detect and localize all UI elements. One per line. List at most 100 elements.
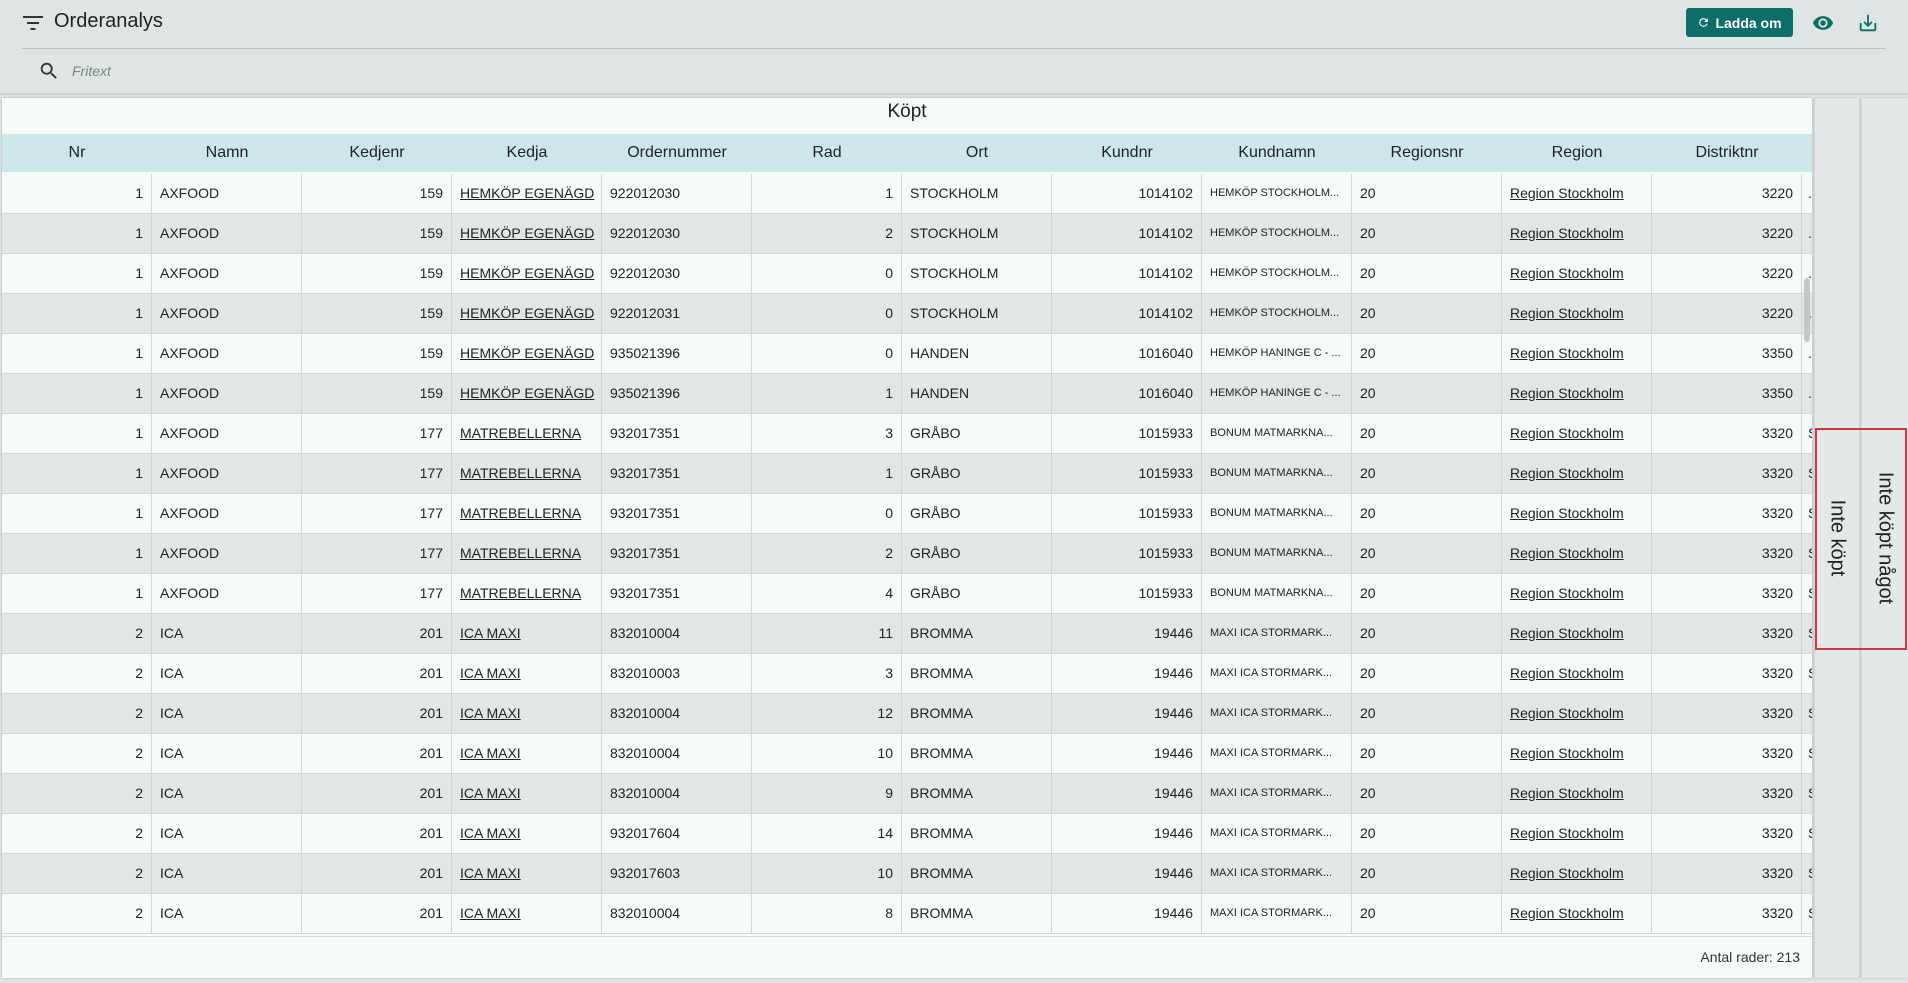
- chain-link[interactable]: HEMKÖP EGENÄGD: [452, 254, 602, 293]
- chain-link-text[interactable]: MATREBELLERNA: [460, 425, 581, 441]
- region-link[interactable]: Region Stockholm: [1502, 534, 1652, 573]
- region-link-text[interactable]: Region Stockholm: [1510, 905, 1624, 921]
- region-link-text[interactable]: Region Stockholm: [1510, 585, 1624, 601]
- table-row[interactable]: 2 ICA 201 ICA MAXI 932017603 10 BROMMA 19446 MAX…: [2, 854, 1812, 894]
- table-row[interactable]: 1 AXFOOD 159 HEMKÖP EGENÄGD 922012030 0 STOCKH…: [2, 254, 1812, 294]
- chain-link[interactable]: ICA MAXI: [452, 894, 602, 933]
- chain-link[interactable]: HEMKÖP EGENÄGD: [452, 374, 602, 413]
- chain-link[interactable]: MATREBELLERNA: [452, 494, 602, 533]
- region-link-text[interactable]: Region Stockholm: [1510, 745, 1624, 761]
- column-header[interactable]: Kundnr: [1052, 134, 1202, 172]
- chain-link[interactable]: ICA MAXI: [452, 814, 602, 853]
- chain-link[interactable]: HEMKÖP EGENÄGD: [452, 214, 602, 253]
- region-link[interactable]: Region Stockholm: [1502, 774, 1652, 813]
- region-link[interactable]: Region Stockholm: [1502, 494, 1652, 533]
- region-link[interactable]: Region Stockholm: [1502, 334, 1652, 373]
- table-row[interactable]: 1 AXFOOD 177 MATREBELLERNA 932017351 4 GRÅBO 10…: [2, 574, 1812, 614]
- column-header[interactable]: Kundnamn: [1202, 134, 1352, 172]
- region-link[interactable]: Region Stockholm: [1502, 454, 1652, 493]
- chain-link-text[interactable]: ICA MAXI: [460, 865, 521, 881]
- region-link-text[interactable]: Region Stockholm: [1510, 865, 1624, 881]
- region-link[interactable]: Region Stockholm: [1502, 694, 1652, 733]
- region-link-text[interactable]: Region Stockholm: [1510, 305, 1624, 321]
- grid-body[interactable]: 1 AXFOOD 159 HEMKÖP EGENÄGD 922012030 1 STOCKH…: [2, 174, 1812, 934]
- chain-link-text[interactable]: ICA MAXI: [460, 705, 521, 721]
- table-row[interactable]: 1 AXFOOD 159 HEMKÖP EGENÄGD 922012030 2 STOCKH…: [2, 214, 1812, 254]
- region-link-text[interactable]: Region Stockholm: [1510, 465, 1624, 481]
- vertical-scrollbar[interactable]: [1804, 278, 1810, 342]
- region-link[interactable]: Region Stockholm: [1502, 854, 1652, 893]
- region-link[interactable]: Region Stockholm: [1502, 414, 1652, 453]
- chain-link-text[interactable]: MATREBELLERNA: [460, 465, 581, 481]
- table-row[interactable]: 1 AXFOOD 159 HEMKÖP EGENÄGD 922012031 0 STOCKH…: [2, 294, 1812, 334]
- table-row[interactable]: 2 ICA 201 ICA MAXI 832010004 12 BROMMA 19446 MAX…: [2, 694, 1812, 734]
- region-link-text[interactable]: Region Stockholm: [1510, 545, 1624, 561]
- table-row[interactable]: 1 AXFOOD 177 MATREBELLERNA 932017351 3 GRÅBO 10…: [2, 414, 1812, 454]
- chain-link-text[interactable]: ICA MAXI: [460, 625, 521, 641]
- region-link-text[interactable]: Region Stockholm: [1510, 625, 1624, 641]
- chain-link-text[interactable]: HEMKÖP EGENÄGD: [460, 225, 594, 241]
- reload-button[interactable]: Ladda om: [1686, 8, 1793, 37]
- chain-link-text[interactable]: HEMKÖP EGENÄGD: [460, 345, 594, 361]
- chain-link[interactable]: MATREBELLERNA: [452, 454, 602, 493]
- table-row[interactable]: 2 ICA 201 ICA MAXI 932017604 14 BROMMA 19446 MAX…: [2, 814, 1812, 854]
- chain-link-text[interactable]: ICA MAXI: [460, 825, 521, 841]
- table-row[interactable]: 1 AXFOOD 177 MATREBELLERNA 932017351 2 GRÅBO 10…: [2, 534, 1812, 574]
- chain-link-text[interactable]: HEMKÖP EGENÄGD: [460, 265, 594, 281]
- column-header[interactable]: Kedjenr: [302, 134, 452, 172]
- chain-link-text[interactable]: ICA MAXI: [460, 665, 521, 681]
- table-row[interactable]: 2 ICA 201 ICA MAXI 832010003 3 BROMMA 19446 MAXI…: [2, 654, 1812, 694]
- region-link-text[interactable]: Region Stockholm: [1510, 265, 1624, 281]
- column-header[interactable]: Rad: [752, 134, 902, 172]
- table-row[interactable]: 2 ICA 201 ICA MAXI 832010004 9 BROMMA 19446 MAXI…: [2, 774, 1812, 814]
- chain-link-text[interactable]: HEMKÖP EGENÄGD: [460, 185, 594, 201]
- column-header[interactable]: Kedja: [452, 134, 602, 172]
- chain-link[interactable]: ICA MAXI: [452, 854, 602, 893]
- chain-link[interactable]: ICA MAXI: [452, 694, 602, 733]
- region-link[interactable]: Region Stockholm: [1502, 614, 1652, 653]
- chain-link[interactable]: ICA MAXI: [452, 614, 602, 653]
- download-icon[interactable]: [1857, 11, 1879, 35]
- tab-not-bought[interactable]: Inte köpt: [1814, 98, 1859, 978]
- chain-link[interactable]: HEMKÖP EGENÄGD: [452, 334, 602, 373]
- region-link[interactable]: Region Stockholm: [1502, 574, 1652, 613]
- chain-link-text[interactable]: ICA MAXI: [460, 745, 521, 761]
- region-link[interactable]: Region Stockholm: [1502, 174, 1652, 213]
- table-row[interactable]: 2 ICA 201 ICA MAXI 832010004 10 BROMMA 19446 MAX…: [2, 734, 1812, 774]
- tab-not-bought-anything[interactable]: Inte köpt något: [1861, 98, 1908, 978]
- column-header[interactable]: Ort: [902, 134, 1052, 172]
- chain-link[interactable]: ICA MAXI: [452, 654, 602, 693]
- chain-link-text[interactable]: MATREBELLERNA: [460, 545, 581, 561]
- table-row[interactable]: 1 AXFOOD 177 MATREBELLERNA 932017351 1 GRÅBO 10…: [2, 454, 1812, 494]
- column-header[interactable]: Nr: [2, 134, 152, 172]
- eye-icon[interactable]: [1810, 12, 1836, 34]
- chain-link[interactable]: ICA MAXI: [452, 774, 602, 813]
- region-link[interactable]: Region Stockholm: [1502, 294, 1652, 333]
- table-row[interactable]: 1 AXFOOD 159 HEMKÖP EGENÄGD 935021396 0 HANDEN…: [2, 334, 1812, 374]
- chain-link[interactable]: ICA MAXI: [452, 734, 602, 773]
- region-link[interactable]: Region Stockholm: [1502, 654, 1652, 693]
- column-header[interactable]: Ordernummer: [602, 134, 752, 172]
- region-link-text[interactable]: Region Stockholm: [1510, 785, 1624, 801]
- chain-link[interactable]: MATREBELLERNA: [452, 534, 602, 573]
- region-link-text[interactable]: Region Stockholm: [1510, 505, 1624, 521]
- region-link[interactable]: Region Stockholm: [1502, 814, 1652, 853]
- chain-link[interactable]: MATREBELLERNA: [452, 574, 602, 613]
- region-link-text[interactable]: Region Stockholm: [1510, 345, 1624, 361]
- column-header[interactable]: Distriktnr: [1652, 134, 1802, 172]
- region-link[interactable]: Region Stockholm: [1502, 734, 1652, 773]
- region-link-text[interactable]: Region Stockholm: [1510, 705, 1624, 721]
- region-link-text[interactable]: Region Stockholm: [1510, 665, 1624, 681]
- chain-link-text[interactable]: HEMKÖP EGENÄGD: [460, 385, 594, 401]
- table-row[interactable]: 1 AXFOOD 159 HEMKÖP EGENÄGD 935021396 1 HANDEN…: [2, 374, 1812, 414]
- region-link[interactable]: Region Stockholm: [1502, 374, 1652, 413]
- table-row[interactable]: 2 ICA 201 ICA MAXI 832010004 11 BROMMA 19446 MAX…: [2, 614, 1812, 654]
- chain-link[interactable]: HEMKÖP EGENÄGD: [452, 174, 602, 213]
- column-header[interactable]: Regionsnr: [1352, 134, 1502, 172]
- chain-link[interactable]: HEMKÖP EGENÄGD: [452, 294, 602, 333]
- filter-icon[interactable]: [22, 14, 44, 32]
- table-row[interactable]: 1 AXFOOD 159 HEMKÖP EGENÄGD 922012030 1 STOCKH…: [2, 174, 1812, 214]
- chain-link-text[interactable]: HEMKÖP EGENÄGD: [460, 305, 594, 321]
- table-row[interactable]: 1 AXFOOD 177 MATREBELLERNA 932017351 0 GRÅBO 10…: [2, 494, 1812, 534]
- search-input[interactable]: [70, 58, 674, 84]
